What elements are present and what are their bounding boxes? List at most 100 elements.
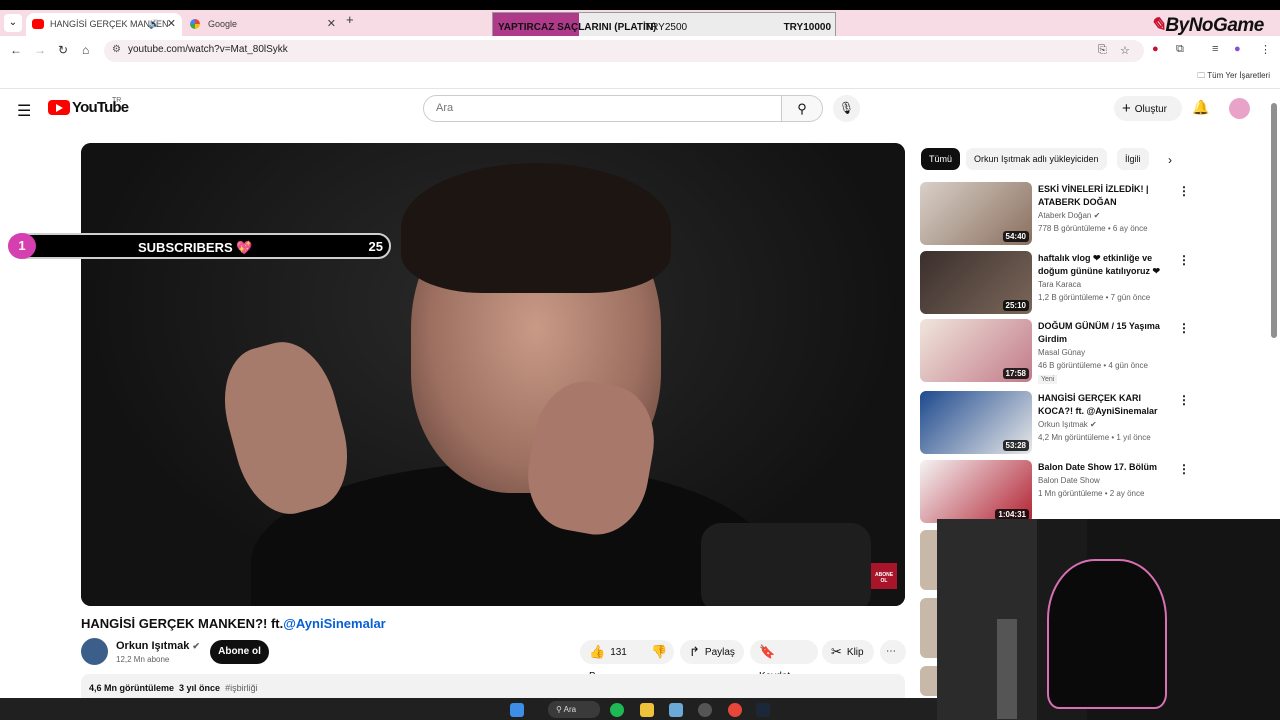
taskbar-search[interactable]: ⚲ Ara: [548, 701, 600, 718]
recommendation-item[interactable]: 17:58 DOĞUM GÜNÜM / 15 Yaşıma Girdim Masal…: [920, 319, 1190, 384]
address-bar[interactable]: ⚙ youtube.com/watch?v=Mat_80lSykk ⎘ ☆: [104, 40, 1144, 62]
recommendation-title[interactable]: HANGİSİ GERÇEK KARI KOCA?! ft. @AyniSine…: [1038, 392, 1173, 418]
tab-google[interactable]: Google ✕: [184, 13, 342, 36]
windows-taskbar: ⚲ Ara: [0, 698, 937, 720]
subscribe-button[interactable]: Abone ol: [210, 640, 269, 664]
folder-icon: 🗀: [1197, 71, 1206, 80]
more-actions-button[interactable]: ⋯: [880, 640, 906, 664]
video-thumbnail[interactable]: 1:04:31: [920, 460, 1032, 523]
like-button[interactable]: 👍131 B: [580, 640, 642, 682]
video-thumbnail[interactable]: 25:10: [920, 251, 1032, 314]
scissors-icon: ✂: [831, 644, 842, 659]
close-tab-icon[interactable]: ✕: [167, 13, 176, 36]
gaming-chair: [1047, 559, 1167, 709]
extensions-puzzle-icon[interactable]: ⧉: [1176, 43, 1184, 56]
more-vertical-icon[interactable]: ⋮: [1178, 462, 1190, 476]
menu-kebab-icon[interactable]: ⋮: [1260, 43, 1271, 56]
chip-all[interactable]: Tümü: [921, 148, 961, 170]
site-info-icon[interactable]: ⚙: [112, 44, 121, 55]
recommendation-title[interactable]: ESKİ VİNELERİ İZLEDİK! | ATABERK DOĞAN: [1038, 183, 1173, 209]
tab-active[interactable]: HANGİSİ GERÇEK MANKEN 🔊 ✕: [26, 13, 182, 36]
back-icon[interactable]: ←: [10, 43, 22, 57]
profile-icon[interactable]: ●: [1234, 43, 1241, 55]
dislike-button[interactable]: 👎: [642, 640, 674, 664]
hamburger-menu-icon[interactable]: ☰: [17, 101, 31, 121]
app-icon[interactable]: [669, 703, 683, 717]
search-button[interactable]: ⚲: [781, 95, 823, 122]
recommendation-item[interactable]: 53:28 HANGİSİ GERÇEK KARI KOCA?! ft. @Ayn…: [920, 391, 1190, 454]
video-thumbnail[interactable]: 53:28: [920, 391, 1032, 454]
page-scrollbar[interactable]: [1271, 103, 1277, 338]
hashtag-link[interactable]: #işbirliği: [225, 683, 258, 693]
video-thumbnail[interactable]: 54:40: [920, 182, 1032, 245]
speaker-icon[interactable]: 🔊: [149, 13, 160, 36]
partial-thumbnail[interactable]: [920, 598, 937, 658]
plus-icon: +: [1122, 100, 1131, 117]
share-button[interactable]: ↱ Paylaş: [680, 640, 744, 664]
extension-icon[interactable]: ●: [1152, 43, 1159, 55]
obs-icon[interactable]: [698, 703, 712, 717]
notifications-bell-icon[interactable]: 🔔: [1192, 99, 1209, 116]
verified-badge-icon: ✔: [192, 641, 200, 651]
windows-start-icon[interactable]: [510, 703, 524, 717]
forward-icon[interactable]: →: [34, 43, 46, 57]
save-button[interactable]: 🔖Kaydet: [750, 640, 818, 682]
search-box[interactable]: [423, 95, 782, 122]
video-thumbnail[interactable]: 17:58: [920, 319, 1032, 382]
more-vertical-icon[interactable]: ⋮: [1178, 184, 1190, 198]
share-icon: ↱: [689, 644, 700, 659]
file-explorer-icon[interactable]: [640, 703, 654, 717]
video-duration: 17:58: [1002, 368, 1029, 379]
video-person-hair: [401, 163, 671, 293]
clip-button[interactable]: ✂ Klip: [822, 640, 874, 664]
more-vertical-icon[interactable]: ⋮: [1178, 321, 1190, 335]
recommendation-channel[interactable]: Balon Date Show: [1038, 476, 1100, 485]
youtube-favicon-icon: [32, 19, 44, 29]
voice-search-button[interactable]: 🎙: [833, 95, 860, 122]
reload-icon[interactable]: ↻: [58, 43, 68, 57]
recommendation-title[interactable]: DOĞUM GÜNÜM / 15 Yaşıma Girdim: [1038, 320, 1173, 346]
title-mention-link[interactable]: @AyniSinemalar: [283, 616, 386, 631]
recommendation-title[interactable]: Balon Date Show 17. Bölüm: [1038, 461, 1173, 474]
new-tab-icon[interactable]: +: [346, 12, 354, 27]
more-vertical-icon[interactable]: ⋮: [1178, 393, 1190, 407]
steam-icon[interactable]: [756, 703, 770, 717]
subscribe-watermark[interactable]: ABONE OL: [871, 563, 897, 589]
video-duration: 25:10: [1002, 300, 1029, 311]
recommendation-item[interactable]: 1:04:31 Balon Date Show 17. Bölüm Balon Da…: [920, 460, 1190, 523]
account-avatar[interactable]: [1229, 98, 1250, 119]
chevron-right-icon[interactable]: ›: [1168, 153, 1172, 167]
tab-search-icon[interactable]: ⌄: [4, 14, 22, 32]
create-button[interactable]: + Oluştur: [1114, 96, 1182, 121]
media-control-icon[interactable]: ≡: [1212, 43, 1218, 55]
chip-related[interactable]: İlgili: [1117, 148, 1149, 170]
recommendation-title[interactable]: haftalık vlog ❤ etkinliğe ve doğum günün…: [1038, 252, 1173, 278]
recommendation-channel[interactable]: Masal Günay: [1038, 348, 1085, 357]
recommendation-item[interactable]: 25:10 haftalık vlog ❤ etkinliğe ve doğum …: [920, 251, 1190, 314]
search-input[interactable]: [436, 102, 766, 114]
channel-name[interactable]: Orkun Işıtmak ✔: [116, 640, 200, 652]
recommendation-item[interactable]: 54:40 ESKİ VİNELERİ İZLEDİK! | ATABERK DO…: [920, 182, 1190, 245]
bookmark-star-icon[interactable]: ☆: [1120, 44, 1130, 57]
more-horizontal-icon: ⋯: [886, 646, 896, 657]
recommendation-channel[interactable]: Ataberk Doğan ✔: [1038, 211, 1100, 220]
chrome-icon[interactable]: [728, 703, 742, 717]
video-title: HANGİSİ GERÇEK MANKEN?! ft.@AyniSinemala…: [81, 616, 386, 631]
close-tab-icon[interactable]: ✕: [327, 13, 336, 36]
channel-avatar[interactable]: [81, 638, 108, 665]
video-player[interactable]: ABONE OL: [81, 143, 905, 606]
verified-badge-icon: ✔: [1090, 420, 1097, 429]
chip-from-uploader[interactable]: Orkun Işıtmak adlı yükleyiciden: [966, 148, 1107, 170]
partial-thumbnail[interactable]: [920, 666, 937, 696]
verified-badge-icon: ✔: [1093, 211, 1101, 220]
install-icon[interactable]: ⎘: [1098, 44, 1107, 57]
recommendation-meta: 4,2 Mn görüntüleme • 1 yıl önce: [1038, 433, 1151, 442]
more-vertical-icon[interactable]: ⋮: [1178, 253, 1190, 267]
recommendation-channel[interactable]: Orkun Işıtmak ✔: [1038, 420, 1097, 429]
recommendation-channel[interactable]: Tara Karaca: [1038, 280, 1081, 289]
home-icon[interactable]: ⌂: [82, 43, 89, 57]
partial-thumbnail[interactable]: [920, 530, 937, 590]
spotify-icon[interactable]: [610, 703, 624, 717]
youtube-play-icon: [48, 100, 70, 115]
all-bookmarks[interactable]: 🗀 Tüm Yer İşaretleri: [1197, 70, 1270, 84]
